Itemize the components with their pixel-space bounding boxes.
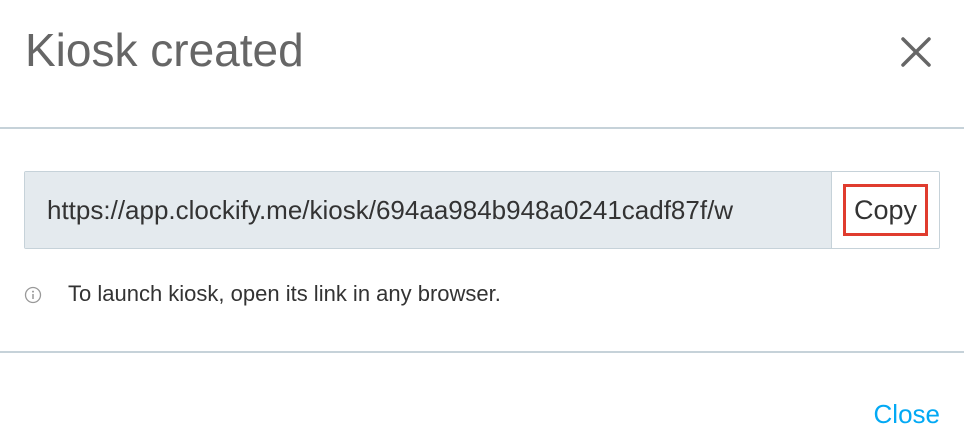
dialog-body: Copy To launch kiosk, open its link in a… (0, 129, 964, 353)
kiosk-link-input[interactable] (25, 172, 832, 248)
dialog-header: Kiosk created (0, 0, 964, 129)
kiosk-created-dialog: Kiosk created Copy To launch kiosk, open… (0, 0, 964, 444)
dialog-footer: Close (0, 351, 964, 444)
close-button[interactable]: Close (874, 399, 940, 430)
copy-button[interactable]: Copy (843, 184, 928, 236)
close-icon-graphic (901, 37, 931, 67)
kiosk-link-group: Copy (24, 171, 940, 249)
close-icon[interactable] (896, 32, 936, 72)
info-icon (24, 286, 42, 304)
info-text: To launch kiosk, open its link in any br… (68, 281, 501, 306)
dialog-title: Kiosk created (25, 24, 304, 76)
info-hint: To launch kiosk, open its link in any br… (24, 279, 501, 309)
copy-button-wrap: Copy (832, 172, 939, 248)
